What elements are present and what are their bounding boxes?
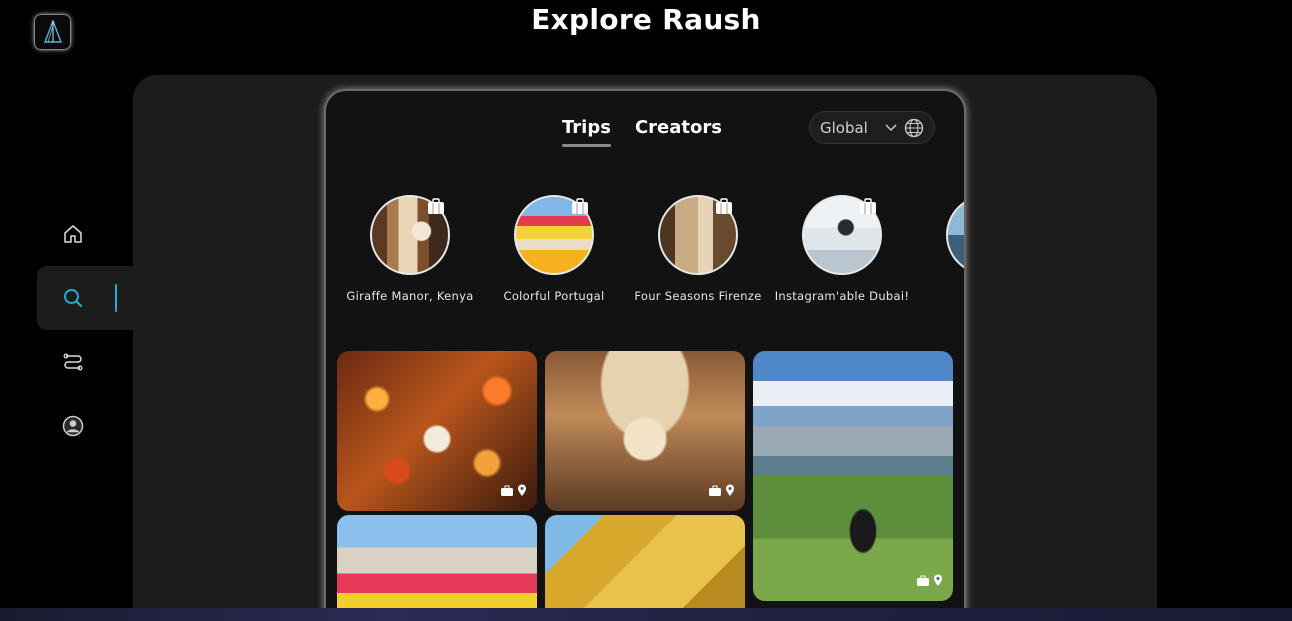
region-value: Global [820,118,868,137]
suitcase-icon [917,575,929,586]
sidebar-item-trips[interactable] [37,330,133,394]
featured-trips: Giraffe Manor, Kenya Colorful Portugal F… [338,195,964,303]
search-icon [64,289,82,307]
trip-name: Four Seasons Firenze [634,289,762,303]
trip-name: Instagram'able Dubai! [774,289,910,303]
tab-creators[interactable]: Creators [635,117,722,144]
suitcase-icon [860,198,876,214]
sidebar-item-profile[interactable] [37,394,133,458]
active-indicator [115,284,117,312]
sidebar-item-home[interactable] [37,202,133,266]
chevron-down-icon [885,123,897,131]
route-icon [63,353,83,371]
tab-trips[interactable]: Trips [562,117,611,147]
home-icon [64,225,82,243]
photo-tile[interactable] [337,515,537,621]
tab-bar: Trips Creators [562,117,722,147]
trip-card[interactable]: Giraffe Manor, Kenya [338,195,482,303]
location-pin-icon [934,574,942,586]
trip-card[interactable]: Ch [914,195,964,303]
suitcase-icon [709,485,721,496]
tile-meta [916,574,943,587]
trip-name: Giraffe Manor, Kenya [346,289,474,303]
page-title: Explore Raush [531,3,761,36]
tile-meta [500,484,527,497]
tile-meta [708,484,735,497]
location-pin-icon [726,484,734,496]
trip-name: Colorful Portugal [503,289,605,303]
suitcase-icon [572,198,588,214]
suitcase-icon [501,485,513,496]
explore-screen: Trips Creators Global Giraffe Manor, Ken… [324,89,966,621]
background-strip [0,608,1292,621]
globe-icon [904,118,924,137]
suitcase-icon [716,198,732,214]
photo-tile[interactable] [545,351,745,511]
sidebar-item-search[interactable] [37,266,133,330]
photo-tile[interactable] [545,515,745,621]
location-pin-icon [518,484,526,496]
trip-card[interactable]: Instagram'able Dubai! [770,195,914,303]
trip-card[interactable]: Four Seasons Firenze [626,195,770,303]
trip-thumbnail [946,195,964,275]
photo-tile[interactable] [337,351,537,511]
trip-card[interactable]: Colorful Portugal [482,195,626,303]
region-select[interactable]: Global [809,111,935,144]
photo-tile[interactable] [753,351,953,601]
sidebar [37,202,133,458]
user-icon [62,415,84,437]
suitcase-icon [428,198,444,214]
